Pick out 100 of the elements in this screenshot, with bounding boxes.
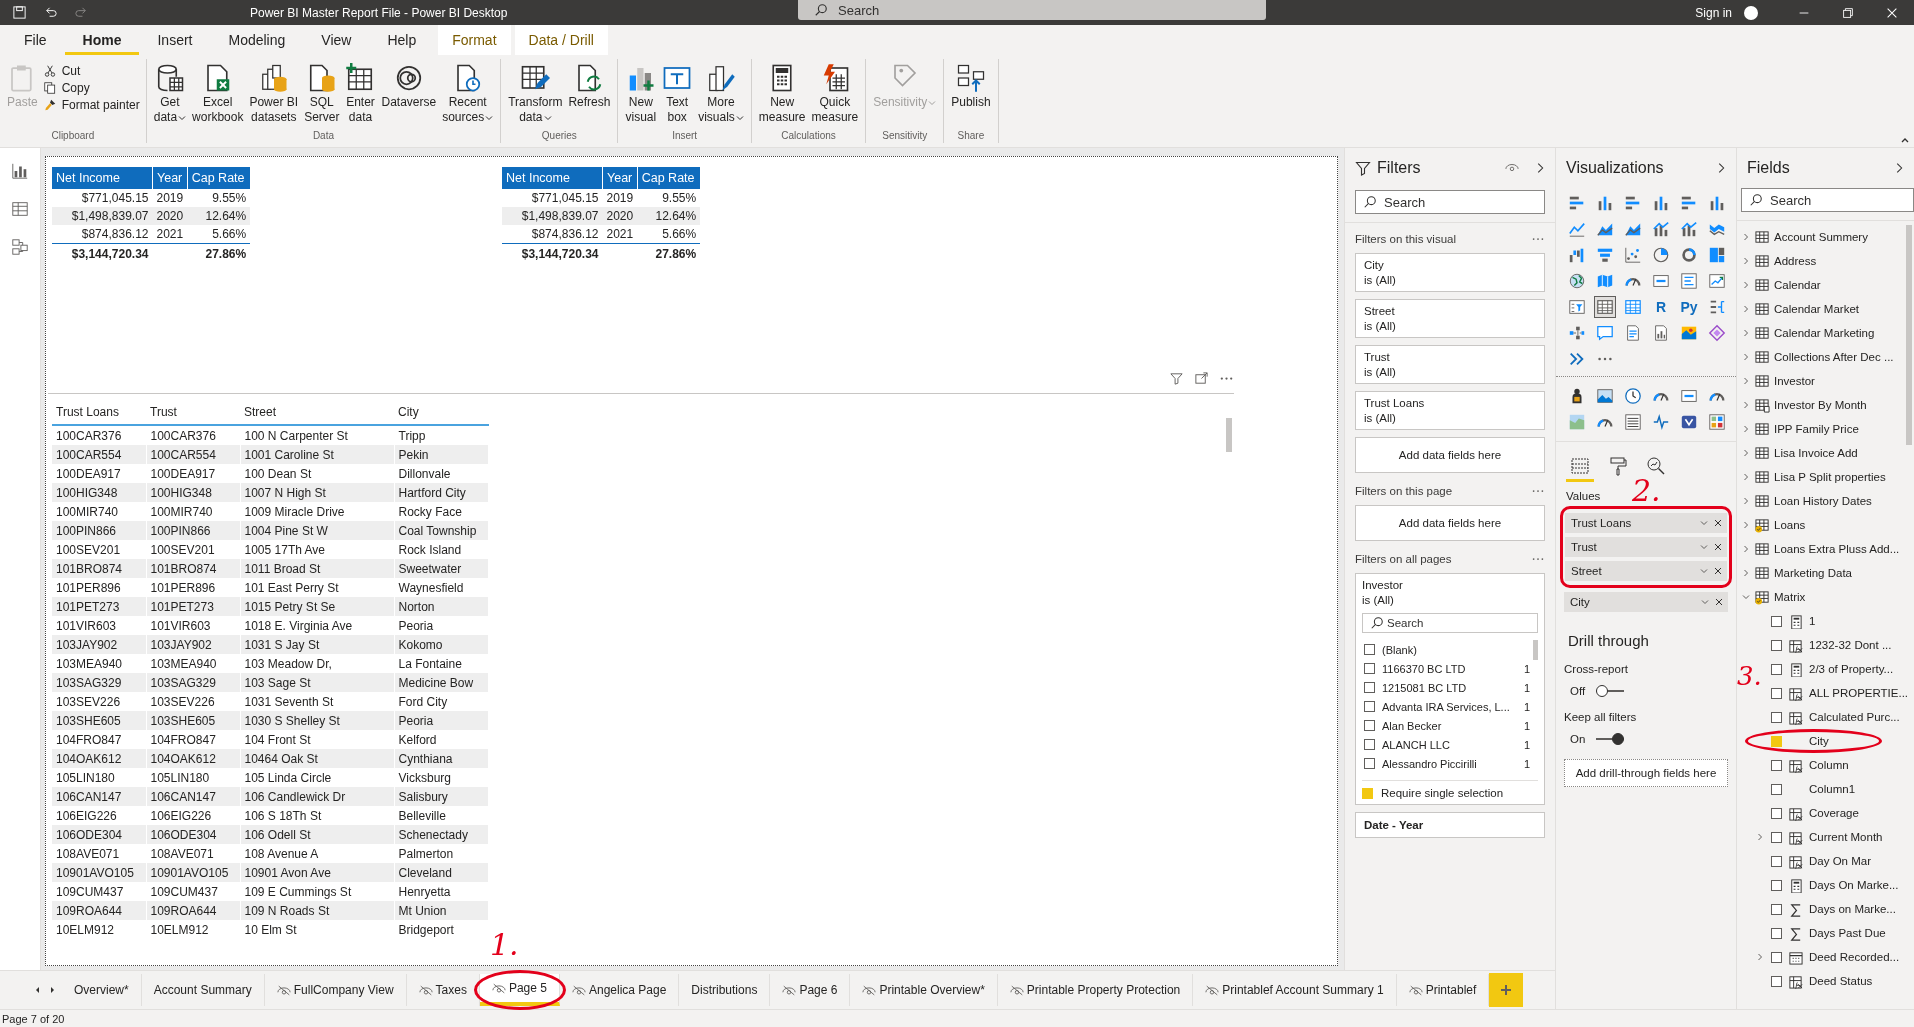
checkbox[interactable] <box>1771 783 1782 795</box>
ribbon-button[interactable]: Cut <box>40 63 142 79</box>
field-item[interactable]: Coverage <box>1809 807 1859 819</box>
filter-card[interactable]: Trust Loans is (All) <box>1355 391 1545 430</box>
scrollbar[interactable] <box>1906 225 1912 445</box>
field-well-item[interactable]: Trust Loans <box>1565 513 1727 533</box>
column-header[interactable]: Trust <box>146 398 240 425</box>
slicer-icon[interactable] <box>1568 298 1586 316</box>
list-icon[interactable] <box>1624 413 1642 431</box>
grid-icon[interactable] <box>1708 413 1726 431</box>
pulse-icon[interactable] <box>1652 413 1670 431</box>
field-item[interactable]: ALL PROPERTIE... <box>1809 687 1909 699</box>
checkbox[interactable] <box>1771 951 1782 963</box>
field-table-item[interactable]: Investor By Month <box>1741 393 1902 417</box>
line-chart-icon[interactable] <box>1568 220 1586 238</box>
checkbox[interactable] <box>1364 758 1375 769</box>
visual-type-button[interactable]: Py <box>1678 296 1700 318</box>
ribbon-tab[interactable]: Insert <box>139 25 211 55</box>
column-header[interactable]: Net Income <box>52 167 153 189</box>
field-table-item[interactable]: Loans Extra Pluss Add... <box>1741 537 1902 561</box>
ribbon-button[interactable]: New visual <box>622 63 660 125</box>
field-table-item[interactable]: Lisa Invoice Add <box>1741 441 1902 465</box>
checkbox[interactable] <box>1771 903 1782 915</box>
search-field[interactable]: Search <box>1362 613 1538 633</box>
remove-icon[interactable] <box>1713 542 1723 552</box>
save-icon[interactable] <box>12 5 27 20</box>
visual-type-button[interactable]: R <box>1650 296 1672 318</box>
search-field[interactable]: Search <box>1741 188 1914 212</box>
chevron-right-icon[interactable] <box>1716 161 1726 175</box>
clock-icon[interactable] <box>1624 387 1642 405</box>
filter-card[interactable]: Date - Year <box>1355 812 1545 838</box>
remove-icon[interactable] <box>1713 566 1723 576</box>
checkbox[interactable] <box>1771 711 1782 723</box>
checkbox[interactable] <box>1771 831 1782 843</box>
treemap-icon[interactable] <box>1708 246 1726 264</box>
drop-zone[interactable]: Add data fields here <box>1355 505 1545 541</box>
donut-chart-icon[interactable] <box>1680 246 1698 264</box>
map-pin-icon[interactable] <box>1680 324 1698 342</box>
page-tab[interactable]: Printable Property Protection <box>997 974 1194 1006</box>
visio-icon[interactable] <box>1680 413 1698 431</box>
field-well-item[interactable]: City <box>1564 592 1728 612</box>
checkbox[interactable] <box>1364 663 1375 674</box>
field-item[interactable]: Days on Marke... <box>1809 903 1896 915</box>
column-header[interactable]: Cap Rate <box>637 167 701 189</box>
field-item[interactable]: Day On Mar <box>1809 855 1871 867</box>
field-item[interactable]: Calculated Purc... <box>1809 711 1900 723</box>
more-icon[interactable] <box>1531 488 1545 494</box>
column-header[interactable]: Trust Loans <box>52 398 146 425</box>
checkbox[interactable] <box>1771 975 1782 987</box>
field-item[interactable]: Deed Recorded... <box>1809 951 1900 963</box>
ribbon-tab[interactable]: File <box>6 25 65 55</box>
double-chevron-icon[interactable] <box>1568 350 1586 368</box>
more-icon[interactable] <box>1531 556 1545 562</box>
checkbox[interactable] <box>1771 807 1782 819</box>
ribbon-button[interactable]: Transform data <box>505 63 566 125</box>
ribbon-button[interactable]: Recent sources <box>439 63 497 125</box>
more-icon[interactable] <box>1531 236 1545 242</box>
field-table-item[interactable]: Calendar Marketing <box>1741 321 1902 345</box>
field-table-item[interactable]: Marketing Data <box>1741 561 1902 585</box>
filter-card[interactable]: Investor is (All) Search (Blank) 1166370 BC LTD 1 1215081 BC LTD 1 Advanta IRA Services, L... 1 Alan Becker 1 ALANCH LLC 1 Alessandro Piccirilli 1 Require single selection <box>1355 573 1545 805</box>
chevron-right-icon[interactable] <box>1535 161 1545 175</box>
ribbon-tab[interactable]: Format <box>438 25 511 55</box>
field-table-item[interactable]: Calendar <box>1741 273 1902 297</box>
next-icon[interactable] <box>48 986 56 994</box>
field-well-item[interactable]: Street <box>1565 561 1727 581</box>
checkbox[interactable] <box>1771 759 1782 771</box>
page-tab[interactable]: Page 5 <box>479 974 560 1006</box>
focus-mode-icon[interactable] <box>1194 371 1209 386</box>
key-influencers-icon[interactable] <box>1708 298 1726 316</box>
checkbox[interactable] <box>1771 927 1782 939</box>
ribbon-button[interactable]: Get data <box>150 63 190 125</box>
field-table-item[interactable]: Investor <box>1741 369 1902 393</box>
column-header[interactable]: Street <box>240 398 394 425</box>
ribbon-button[interactable]: More visuals <box>695 63 747 125</box>
filter-icon[interactable] <box>1169 371 1184 386</box>
kpi-icon[interactable] <box>1708 272 1726 290</box>
column-header[interactable]: Year <box>152 167 188 189</box>
ribbon-button[interactable]: SQL Server <box>301 63 343 125</box>
avatar-icon[interactable] <box>1744 5 1758 20</box>
drop-zone[interactable]: Add data fields here <box>1355 437 1545 473</box>
scrollbar[interactable] <box>1533 640 1538 660</box>
ribbon-tab[interactable]: Home <box>64 25 140 55</box>
toggle-switch[interactable] <box>1596 685 1624 697</box>
field-table-item[interactable]: Account Summery <box>1741 225 1902 249</box>
search-field[interactable]: Search <box>798 0 1266 20</box>
matrix-icon[interactable] <box>1624 298 1642 316</box>
checkbox[interactable] <box>1364 701 1375 712</box>
bar-chart-icon[interactable] <box>1680 194 1698 212</box>
page-tab[interactable]: Taxes <box>406 974 480 1006</box>
table-icon[interactable] <box>11 200 29 218</box>
drop-zone[interactable]: Add drill-through fields here <box>1564 759 1728 787</box>
field-item[interactable]: Column <box>1809 759 1849 771</box>
checkbox[interactable] <box>1364 644 1375 655</box>
document-lines-icon[interactable] <box>1624 324 1642 342</box>
pie-chart-icon[interactable] <box>1652 246 1670 264</box>
field-table-item[interactable]: Calendar Market <box>1741 297 1902 321</box>
funnel-chart-icon[interactable] <box>1596 246 1614 264</box>
ribbon-button[interactable]: Copy <box>40 80 142 96</box>
field-table-item[interactable]: Matrix <box>1741 585 1902 609</box>
checkbox[interactable] <box>1771 687 1782 699</box>
